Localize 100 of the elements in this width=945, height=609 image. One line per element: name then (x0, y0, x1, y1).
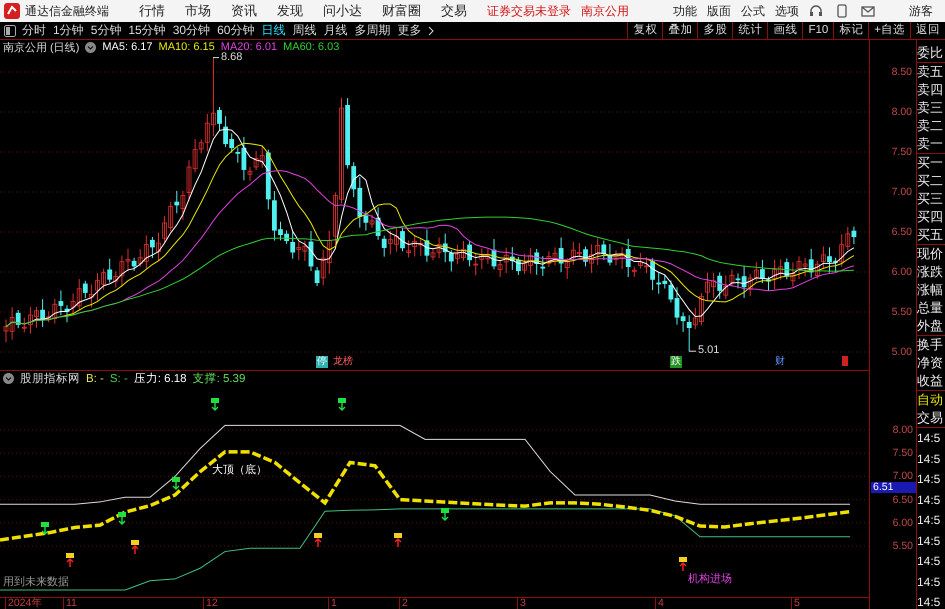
trade-time: 14:5 (917, 430, 942, 447)
dropdown-icon[interactable] (3, 373, 14, 384)
indicator-value: MA60: 6.03 (283, 41, 340, 53)
axis-label: 3 (517, 598, 526, 609)
period-tab[interactable]: 分时 (22, 22, 46, 39)
buy-signal-icon (679, 557, 687, 572)
toolbar-button[interactable]: 画线 (767, 22, 802, 39)
quote-label: 卖三 (917, 99, 944, 117)
indicator-value: MA5: 6.17 (102, 41, 153, 53)
event-marker-icon (842, 356, 848, 366)
buy-signal-icon (314, 533, 322, 548)
period-tab[interactable]: 5分钟 (90, 22, 122, 39)
axis-label: 8.00 (892, 424, 913, 436)
axis-label: 1 (328, 598, 337, 609)
quote-label: 卖一 (917, 135, 944, 153)
period-tab[interactable]: 日线 (261, 22, 286, 39)
indicator-value: B: - (86, 372, 104, 384)
menu-item[interactable]: 交易 (441, 2, 467, 20)
toolbar-button[interactable]: 统计 (732, 22, 768, 39)
toolbar-button[interactable]: 复权 (627, 22, 662, 39)
period-tab[interactable]: 60分钟 (217, 22, 254, 39)
quote-label: 买五 (917, 226, 944, 244)
axis-label: 7.00 (892, 470, 913, 482)
quote-label: 收益 (917, 372, 944, 390)
toolbar-button[interactable]: 标记 (833, 22, 868, 39)
trade-time: 14:5 (917, 574, 942, 590)
period-tab[interactable]: 周线 (292, 22, 316, 39)
menu-item[interactable]: 选项 (775, 2, 799, 20)
event-marker[interactable]: 财 (774, 356, 786, 368)
event-marker[interactable]: 龙榜 (332, 356, 354, 368)
sell-signal-icon (441, 508, 449, 521)
quote-label: 换手 (917, 336, 944, 354)
axis-label: 6.00 (892, 266, 912, 278)
high-price-label: 8.68 (221, 50, 242, 63)
axis-label: 7.50 (892, 447, 913, 460)
axis-label: 7.50 (892, 146, 912, 158)
axis-label: 5.50 (892, 306, 912, 318)
menu-item[interactable]: 功能 (673, 2, 697, 20)
axis-label: 8.50 (892, 66, 912, 78)
buy-signal-icon (66, 553, 74, 568)
menu-item[interactable]: 版面 (707, 2, 731, 20)
axis-label: 8.00 (892, 106, 912, 118)
period-tab[interactable]: 月线 (323, 22, 348, 39)
headset-icon[interactable] (809, 4, 823, 18)
buy-signal-icon (394, 533, 402, 548)
quote-label: 买一 (917, 154, 944, 172)
menu-item[interactable]: 问小达 (323, 2, 362, 20)
menu-item[interactable]: 资讯 (231, 2, 257, 20)
period-tab[interactable]: 更多 (397, 22, 422, 39)
menu-item[interactable]: 行情 (139, 2, 165, 20)
quote-label: 外盘 (917, 317, 944, 335)
chart-annotation: 大顶（底） (212, 462, 267, 477)
chevron-right-icon[interactable] (428, 26, 434, 36)
period-tab[interactable]: 15分钟 (128, 22, 166, 39)
trade-time: 14:5 (917, 553, 942, 570)
sell-signal-icon (41, 522, 49, 535)
low-price-label: 5.01 (698, 344, 720, 356)
axis-label: 5.50 (892, 540, 913, 552)
user-label[interactable]: 游客 (909, 2, 933, 20)
axis-label: 2 (399, 598, 408, 609)
period-tab[interactable]: 30分钟 (172, 22, 210, 39)
window-title: 通达信金融终端 (25, 2, 109, 20)
toolbar-button[interactable]: 多股 (697, 22, 732, 39)
menu-item[interactable]: 发现 (277, 2, 303, 20)
indicator-value: S: - (110, 372, 128, 384)
toolbar-button[interactable]: F10 (802, 22, 834, 39)
quote-label: 买四 (917, 208, 944, 226)
indicator-value: MA20: 6.01 (220, 41, 278, 53)
menu-item[interactable]: 财富圈 (382, 2, 421, 20)
toolbar-button[interactable]: 返回 (910, 22, 945, 39)
quote-label: 涨跌 (917, 263, 944, 281)
buy-signal-icon (131, 540, 139, 555)
menu-item[interactable]: 公式 (741, 2, 765, 20)
trade-tab[interactable]: 交易 (917, 409, 945, 427)
panel-toggle-icon[interactable] (4, 24, 16, 36)
quote-label: 净资 (917, 354, 944, 372)
mail-icon[interactable] (861, 5, 875, 17)
leader-line (212, 57, 220, 58)
login-status[interactable]: 证券交易未登录 (487, 2, 571, 20)
sell-signal-icon (338, 398, 346, 411)
trade-time: 14:5 (917, 512, 942, 529)
price-tag: 6.51 (871, 482, 917, 493)
period-tab[interactable]: 1分钟 (53, 22, 84, 39)
leader-line (688, 350, 696, 352)
phone-icon[interactable] (837, 4, 847, 18)
dropdown-icon[interactable] (85, 42, 96, 52)
logo-icon (4, 3, 20, 19)
trade-tab[interactable]: 自动 (917, 391, 945, 409)
period-tab[interactable]: 多周期 (354, 22, 390, 39)
indicator-value: 支撑: 5.39 (192, 372, 246, 386)
toolbar-button[interactable]: +自选 (868, 22, 910, 39)
quote-label: 卖四 (917, 81, 944, 99)
axis-label: 5.00 (892, 346, 912, 358)
axis-label: 6.00 (892, 516, 913, 529)
toolbar-button[interactable]: 叠加 (662, 22, 698, 39)
stock-name: 南京公用 (581, 2, 629, 20)
event-marker[interactable]: 跌 (670, 356, 682, 368)
trade-time: 14:5 (917, 450, 942, 468)
menu-item[interactable]: 市场 (185, 2, 211, 20)
axis-label: 12 (203, 598, 218, 609)
